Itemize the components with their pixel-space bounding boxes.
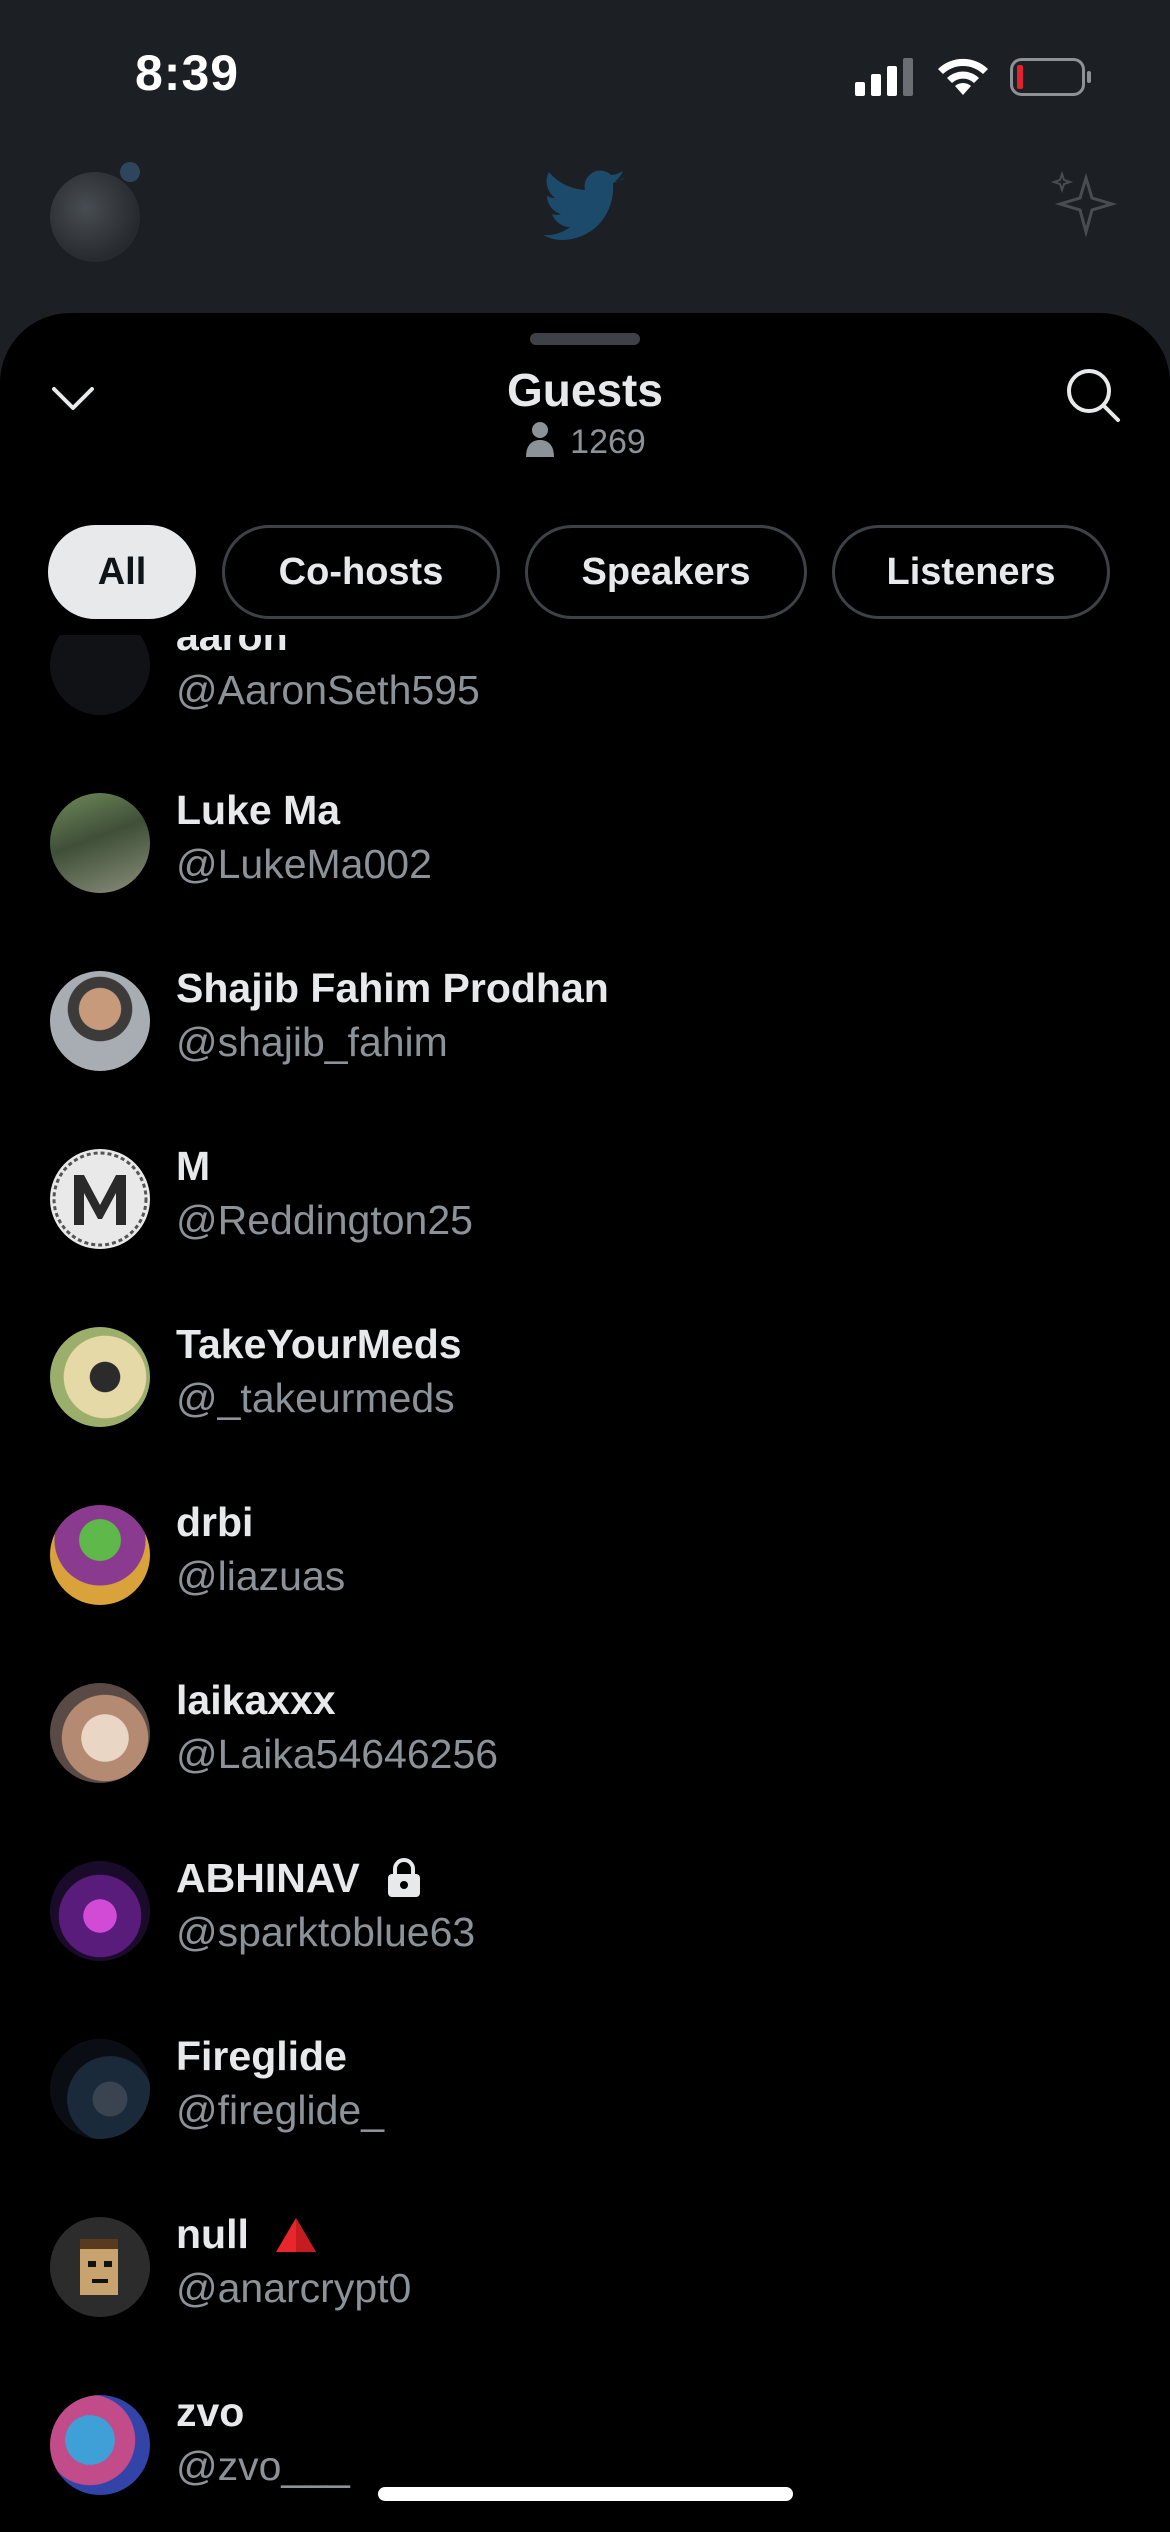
guest-name-text: null (176, 2211, 249, 2257)
list-item[interactable]: ABHINAV @sparktoblue63 (0, 1829, 1170, 2007)
avatar (50, 2039, 150, 2139)
guest-name: Shajib Fahim Prodhan (176, 965, 609, 1011)
avatar (50, 1327, 150, 1427)
guest-handle: @liazuas (176, 1553, 346, 1599)
guest-handle: @LukeMa002 (176, 841, 432, 887)
guest-handle: @zvo___ (176, 2443, 350, 2489)
guest-name: Luke Ma (176, 787, 341, 833)
list-item[interactable]: null @anarcrypt0 (0, 2185, 1170, 2363)
guest-name: Fireglide (176, 2033, 347, 2079)
twitter-bird-icon (543, 170, 625, 240)
list-item[interactable]: drbi @liazuas (0, 1473, 1170, 1651)
avatar (50, 793, 150, 893)
guest-handle: @sparktoblue63 (176, 1909, 476, 1955)
guest-handle: @shajib_fahim (176, 1019, 448, 1065)
guests-sheet: Guests 1269 All Co-hosts Speakers Listen… (0, 313, 1170, 2532)
list-item[interactable]: aaron @AaronSeth595 (0, 635, 1170, 761)
guest-handle: @anarcrypt0 (176, 2265, 412, 2311)
notification-dot (120, 162, 140, 182)
home-indicator[interactable] (378, 2487, 793, 2501)
list-item[interactable]: TakeYourMeds @_takeurmeds (0, 1295, 1170, 1473)
guest-name: aaron (176, 635, 288, 659)
sheet-grabber[interactable] (530, 333, 640, 345)
guest-name: laikaxxx (176, 1677, 336, 1723)
list-item[interactable]: zvo @zvo___ (0, 2363, 1170, 2532)
guest-handle: @Reddington25 (176, 1197, 473, 1243)
battery-icon (1010, 58, 1091, 96)
guest-name: M (176, 1143, 211, 1189)
guest-handle: @AaronSeth595 (176, 667, 480, 713)
background-header (0, 150, 1170, 310)
guest-name: zvo (176, 2389, 245, 2435)
list-item[interactable]: M @Reddington25 (0, 1117, 1170, 1295)
lock-icon (388, 1858, 421, 1897)
wifi-icon (938, 58, 988, 95)
tab-listeners[interactable]: Listeners (832, 525, 1110, 619)
guest-name: drbi (176, 1499, 254, 1545)
avatar (50, 1149, 150, 1249)
sheet-title: Guests (507, 364, 663, 416)
red-triangle-icon (276, 2218, 317, 2252)
profile-avatar (50, 172, 140, 262)
pixel-punk-avatar (80, 2239, 118, 2295)
tab-speakers[interactable]: Speakers (525, 525, 807, 619)
guest-name: ABHINAV (176, 1855, 423, 1902)
list-item[interactable]: laikaxxx @Laika54646256 (0, 1651, 1170, 1829)
avatar (50, 1505, 150, 1605)
guest-count-value: 1269 (570, 423, 646, 461)
avatar (50, 2217, 150, 2317)
guest-handle: @fireglide_ (176, 2087, 385, 2133)
guest-handle: @Laika54646256 (176, 1731, 499, 1777)
avatar (50, 2395, 150, 2495)
tab-all[interactable]: All (48, 525, 196, 619)
letter-m-logo (52, 1151, 148, 1247)
guest-count: 1269 (0, 421, 1170, 462)
avatar (50, 1861, 150, 1961)
avatar (50, 971, 150, 1071)
guest-name: null (176, 2211, 318, 2258)
list-item[interactable]: Shajib Fahim Prodhan @shajib_fahim (0, 939, 1170, 1117)
person-icon (526, 422, 555, 457)
status-bar: 8:39 (0, 0, 1170, 150)
guest-handle: @_takeurmeds (176, 1375, 455, 1421)
guest-name: TakeYourMeds (176, 1321, 462, 1367)
search-icon[interactable] (1063, 365, 1123, 425)
sparkle-icon (1050, 170, 1118, 238)
avatar (50, 635, 150, 715)
guest-name-text: ABHINAV (176, 1855, 360, 1901)
list-item[interactable]: Luke Ma @LukeMa002 (0, 761, 1170, 939)
filter-tabs: All Co-hosts Speakers Listeners (48, 525, 1128, 625)
cellular-signal-icon (855, 58, 913, 96)
guest-list: aaron @AaronSeth595 Luke Ma @LukeMa002 S… (0, 635, 1170, 2532)
list-item[interactable]: Fireglide @fireglide_ (0, 2007, 1170, 2185)
status-time: 8:39 (135, 45, 240, 101)
tab-co-hosts[interactable]: Co-hosts (222, 525, 500, 619)
avatar (50, 1683, 150, 1783)
